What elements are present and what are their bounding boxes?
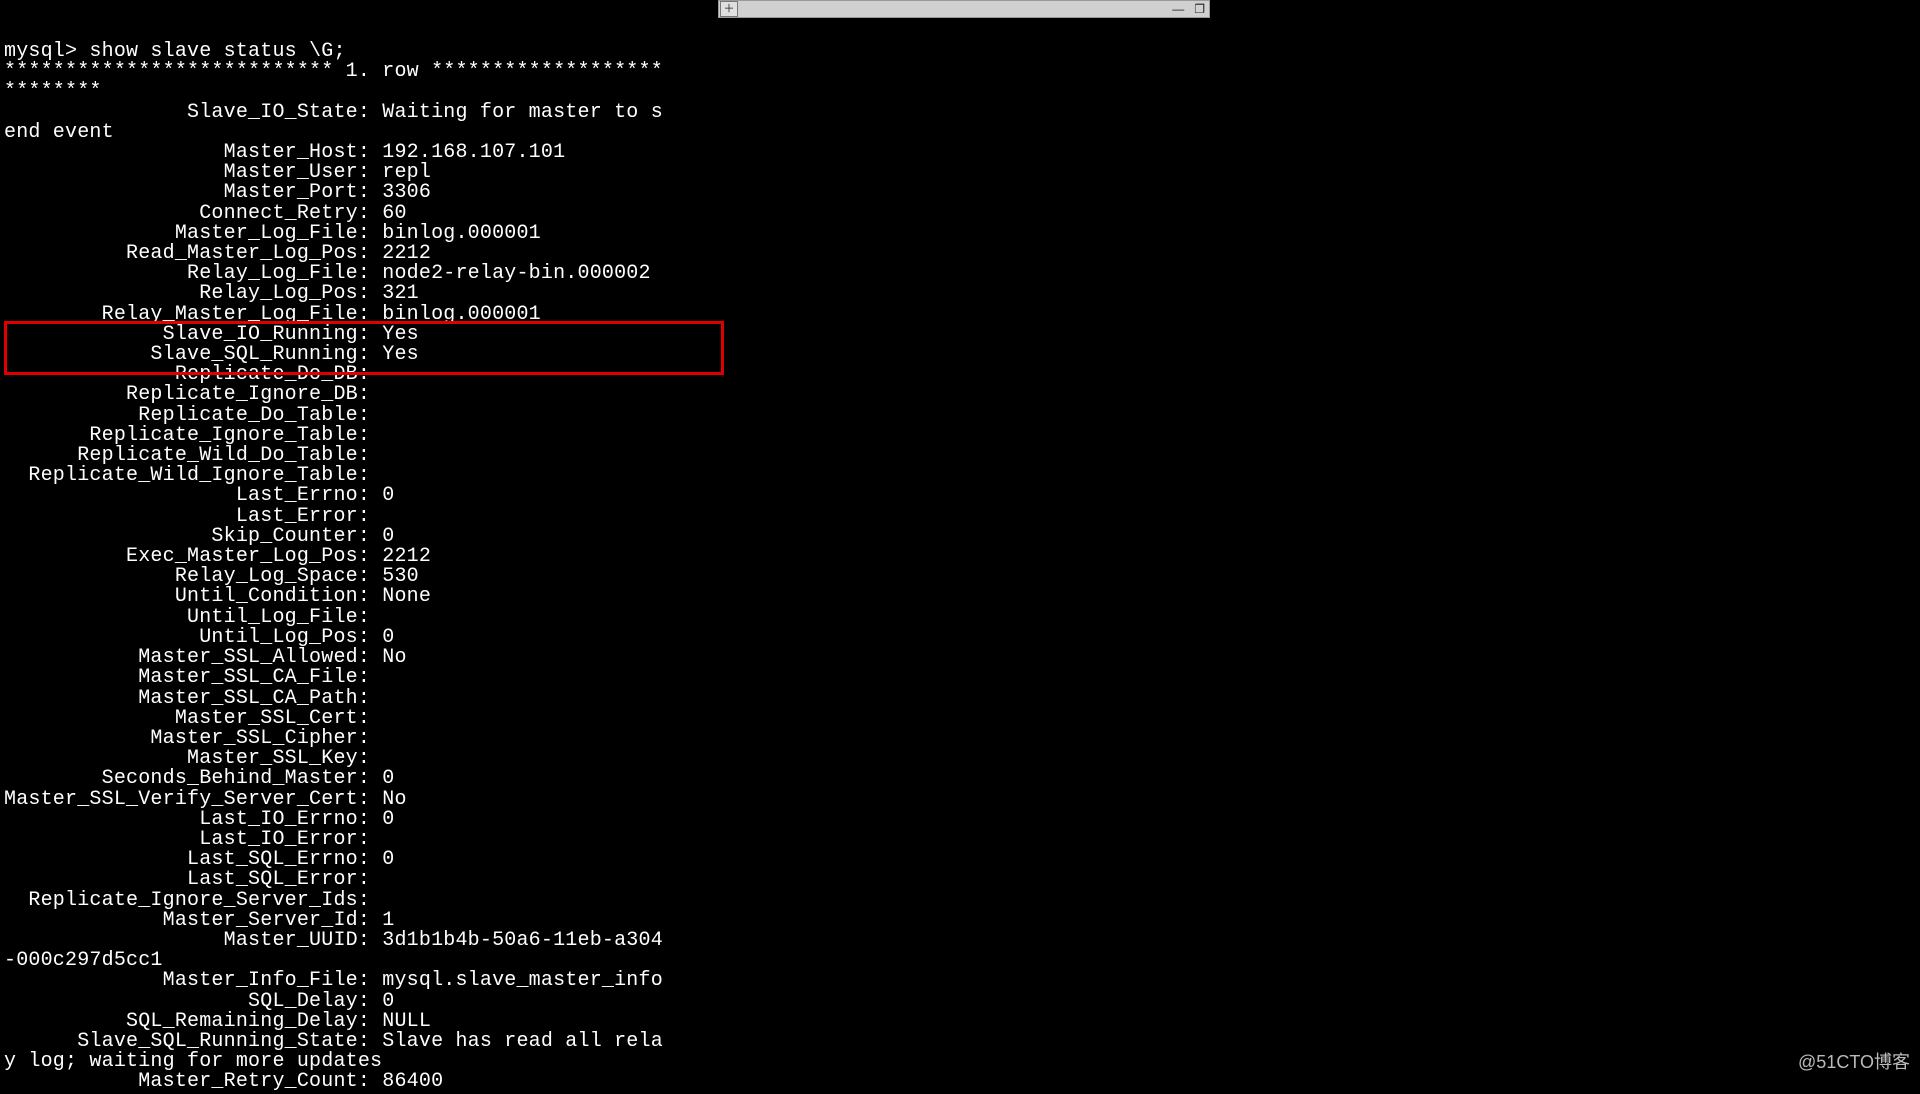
watermark-text: @51CTO博客 [1798,1048,1910,1074]
plus-icon: ＋ [724,4,735,15]
terminal-line: *************************** 1. row *****… [4,60,663,83]
window-titlebar: ＋ — ❐ [718,0,1210,18]
maximize-icon[interactable]: ❐ [1194,3,1205,15]
new-tab-button[interactable]: ＋ [720,1,738,17]
terminal-output[interactable]: mysql> show slave status \G; ***********… [4,42,1916,1093]
minimize-icon[interactable]: — [1172,3,1184,15]
terminal-line: Master_Retry_Count: 86400 [4,1070,443,1093]
